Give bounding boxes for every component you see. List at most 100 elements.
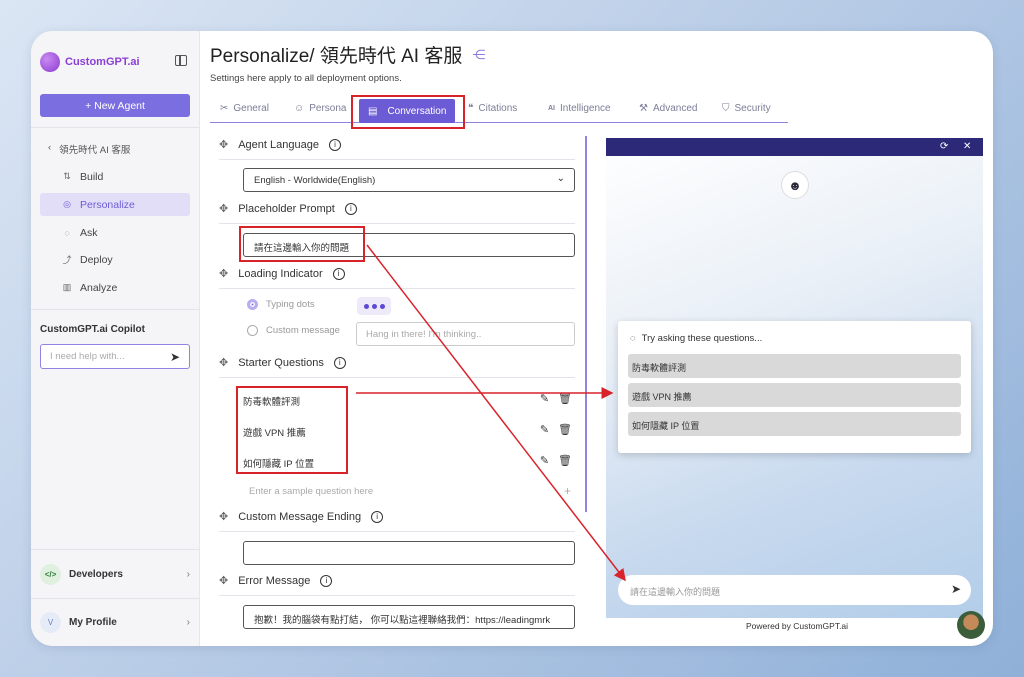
loading-indicator-header: ✥ Loading Indicator i	[219, 267, 345, 280]
typing-dots-option[interactable]: Typing dots	[247, 299, 315, 310]
developers-label: Developers	[69, 568, 123, 580]
page-title-text: Personalize/ 領先時代 AI 客服	[210, 46, 463, 67]
pencil-icon[interactable]: ✎	[540, 423, 549, 436]
trash-icon[interactable]: 🗑	[558, 423, 572, 436]
developers-link[interactable]: </> Developers ›	[40, 562, 190, 586]
radio-unselected[interactable]	[247, 325, 258, 336]
tab-label: Security	[734, 103, 771, 114]
trash-icon[interactable]: 🗑	[558, 392, 572, 405]
user-avatar[interactable]	[957, 611, 985, 639]
brand-logo[interactable]: CustomGPT.ai	[40, 52, 140, 72]
plus-icon[interactable]: +	[564, 484, 571, 498]
info-icon[interactable]: i	[333, 356, 346, 369]
divider	[219, 531, 575, 532]
radio-selected[interactable]	[247, 299, 258, 310]
sidebar-item-label: Personalize	[80, 198, 135, 211]
info-icon[interactable]: i	[332, 267, 345, 280]
section-label: Placeholder Prompt	[238, 202, 335, 215]
divider	[219, 595, 575, 596]
my-profile-link[interactable]: V My Profile ›	[40, 610, 190, 634]
sidebar-item-personalize[interactable]: ◎ Personalize	[40, 193, 190, 216]
custom-message-ending-input[interactable]	[243, 541, 575, 565]
chevron-down-icon: ⌄	[556, 173, 565, 184]
trash-icon[interactable]: 🗑	[558, 454, 572, 467]
chat-input[interactable]: 請在這邊輸入你的問題 ➤	[618, 575, 971, 605]
drag-handle-icon[interactable]: ✥	[219, 356, 228, 369]
placeholder-prompt-header: ✥ Placeholder Prompt i	[219, 202, 357, 215]
info-icon[interactable]: i	[320, 574, 333, 587]
sidebar-toggle-icon[interactable]	[175, 55, 187, 66]
tab-label: Citations	[478, 103, 518, 114]
tab-label: General	[233, 103, 269, 114]
drag-handle-icon[interactable]: ✥	[219, 138, 228, 151]
user-icon: ☺	[294, 103, 305, 114]
brand-name: CustomGPT.ai	[65, 56, 140, 68]
select-value: English - Worldwide(English)	[254, 175, 376, 186]
tab-label: Intelligence	[560, 103, 611, 114]
divider	[219, 223, 575, 224]
suggestions-header: ◌ Try asking these questions...	[630, 333, 762, 344]
info-icon[interactable]: i	[328, 138, 341, 151]
divider	[31, 127, 200, 128]
error-message-input[interactable]: 抱歉！我的腦袋有點打結， 你可以點這裡聯絡我們：https://leadingm…	[243, 605, 575, 629]
tab-security[interactable]: ⛉ Security	[722, 103, 771, 114]
page-title: Personalize/ 領先時代 AI 客服 ⋲	[210, 41, 485, 68]
drag-handle-icon[interactable]: ✥	[219, 574, 228, 587]
agent-language-select[interactable]: English - Worldwide(English) ⌄	[243, 168, 575, 192]
share-icon[interactable]: ⋲	[472, 47, 485, 63]
highlight-placeholder-prompt	[239, 226, 365, 262]
chat-bubble-icon: ◌	[630, 333, 636, 344]
send-icon[interactable]: ➤	[951, 582, 961, 596]
info-icon[interactable]: i	[344, 202, 357, 215]
close-icon[interactable]: ✕	[963, 141, 971, 152]
app-card: CustomGPT.ai + New Agent ‹ 領先時代 AI 客服 ⇅ …	[31, 31, 993, 646]
page-subtitle: Settings here apply to all deployment op…	[210, 73, 402, 84]
sidebar-item-analyze[interactable]: ▥ Analyze	[40, 276, 190, 299]
section-label: Error Message	[238, 574, 311, 587]
chevron-right-icon: ›	[186, 568, 190, 580]
tab-intelligence[interactable]: AI Intelligence	[548, 103, 611, 114]
drag-handle-icon[interactable]: ✥	[219, 202, 228, 215]
sidebar-item-ask[interactable]: ◌ Ask	[40, 221, 190, 244]
typing-dots-preview	[357, 297, 391, 315]
pencil-icon[interactable]: ✎	[540, 392, 549, 405]
suggestions-title: Try asking these questions...	[641, 333, 763, 344]
drag-handle-icon[interactable]: ✥	[219, 510, 228, 523]
suggestion-chip[interactable]: 遊戲 VPN 推薦	[628, 383, 961, 407]
refresh-icon[interactable]: ⟳	[940, 141, 948, 152]
sidebar-item-label: Ask	[80, 226, 98, 239]
pencil-icon[interactable]: ✎	[540, 454, 549, 467]
section-label: Custom Message Ending	[238, 510, 362, 523]
powered-by: Powered by CustomGPT.ai	[746, 621, 849, 631]
suggestion-chip[interactable]: 如何隱藏 IP 位置	[628, 412, 961, 436]
custom-message-input[interactable]: Hang in there! I'm thinking..	[356, 322, 575, 346]
new-agent-button[interactable]: + New Agent	[40, 94, 190, 117]
tab-persona[interactable]: ☺ Persona	[294, 103, 350, 114]
copilot-title: CustomGPT.ai Copilot	[40, 324, 145, 335]
chevron-right-icon: ›	[186, 616, 190, 628]
drag-handle-icon[interactable]: ✥	[219, 267, 228, 280]
copilot-input[interactable]: I need help with... ➤	[40, 344, 190, 369]
sidebar-item-build[interactable]: ⇅ Build	[40, 165, 190, 188]
sidebar-item-label: Build	[80, 170, 104, 183]
divider	[31, 309, 200, 310]
info-icon[interactable]: i	[371, 510, 384, 523]
tab-general[interactable]: ✂ General	[220, 103, 269, 114]
agent-name: 領先時代 AI 客服	[59, 145, 131, 156]
back-to-agent[interactable]: ‹ 領先時代 AI 客服	[48, 142, 130, 156]
divider	[219, 159, 575, 160]
highlight-starter-questions	[236, 386, 348, 474]
new-question-input[interactable]: Enter a sample question here	[249, 486, 373, 497]
divider	[31, 598, 200, 599]
tab-citations[interactable]: ❝ Citations	[468, 103, 517, 114]
sidebar-item-deploy[interactable]: ⤴ Deploy	[40, 248, 190, 271]
column-divider[interactable]	[585, 136, 587, 512]
suggestion-chip[interactable]: 防毒軟體評測	[628, 354, 961, 378]
deploy-icon: ⤴	[62, 255, 72, 265]
send-icon[interactable]: ➤	[170, 350, 180, 364]
tab-label: Persona	[309, 103, 347, 114]
tab-advanced[interactable]: ⚒ Advanced	[639, 103, 697, 114]
tab-label: Advanced	[652, 103, 698, 114]
section-label: Agent Language	[238, 138, 319, 151]
custom-message-option[interactable]: Custom message	[247, 325, 340, 336]
